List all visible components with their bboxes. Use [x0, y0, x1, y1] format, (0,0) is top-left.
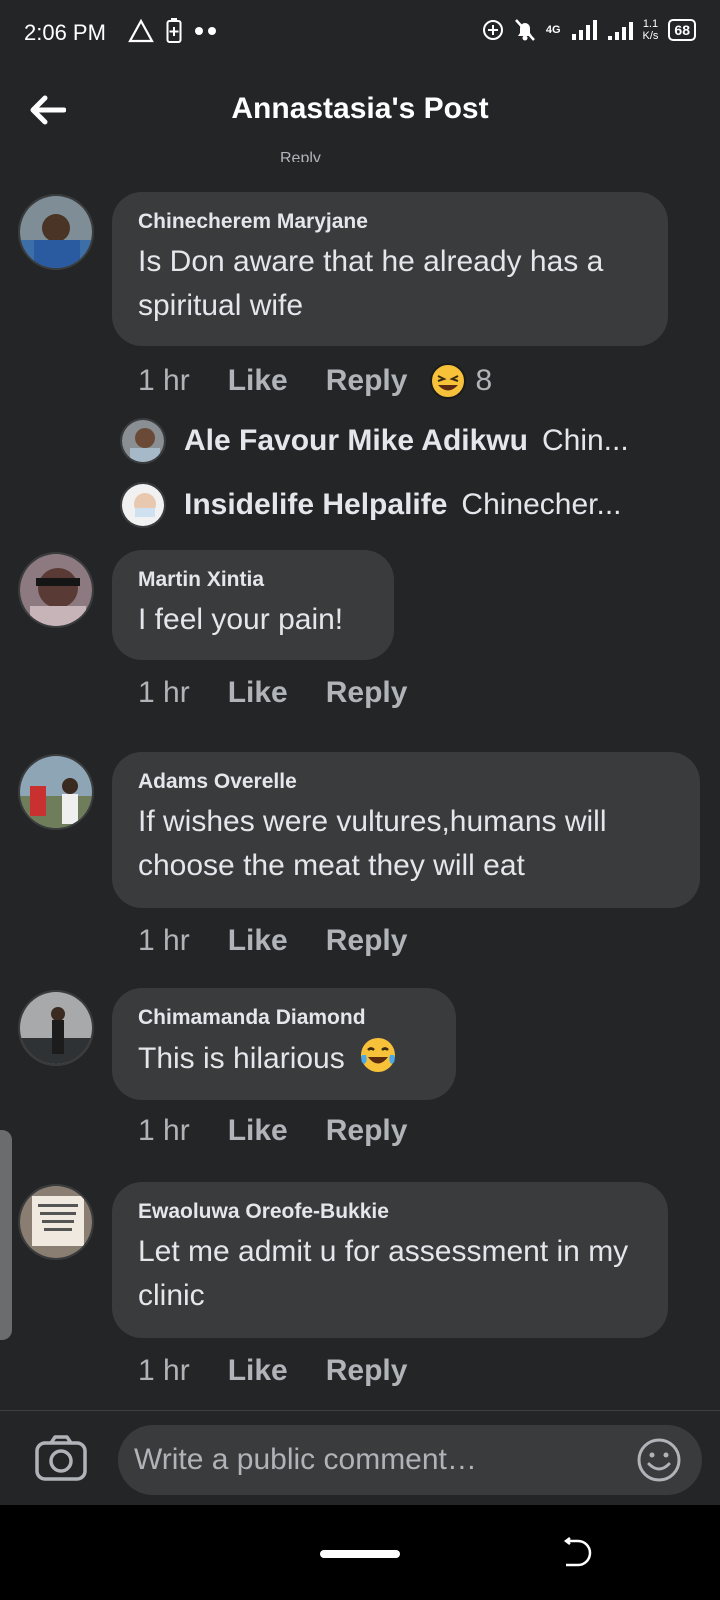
tears-of-joy-emoji-icon [361, 1038, 396, 1072]
smiley-icon [637, 1438, 681, 1482]
reaction-summary[interactable]: 8 [429, 362, 492, 400]
reply-preview-item[interactable]: Insidelife Helpalife Chinecher... [120, 480, 680, 530]
comment-actions: 1 hr Like Reply 8 [138, 362, 492, 400]
emoji-button[interactable] [636, 1437, 682, 1483]
reply-avatar [120, 418, 166, 464]
comment-text: If wishes were vultures,humans will choo… [138, 805, 607, 882]
data-saver-icon [482, 20, 503, 40]
comment-input[interactable] [132, 1442, 622, 1478]
comment-actions: 1 hr Like Reply [138, 676, 407, 710]
comment-time[interactable]: 1 hr [138, 676, 190, 710]
camera-icon [35, 1435, 87, 1481]
comment-author[interactable]: Adams Overelle [138, 770, 674, 794]
like-button[interactable]: Like [228, 676, 288, 710]
reply-snippet: Chin... [541, 424, 629, 457]
home-gesture-pill[interactable] [320, 1550, 400, 1558]
reply-author: Ale Favour Mike Adikwu [184, 424, 528, 457]
avatar[interactable] [18, 754, 94, 830]
comment-bubble[interactable]: Adams Overelle If wishes were vultures,h… [112, 752, 700, 908]
avatar[interactable] [18, 552, 94, 628]
battery-indicator: 68 [668, 19, 696, 41]
like-button[interactable]: Like [228, 364, 288, 398]
reply-avatar [120, 482, 166, 528]
status-bar: 2:06 PM 4G 1.1 K/s 68 [0, 0, 720, 66]
avatar[interactable] [18, 194, 94, 270]
comment-text: I feel your pain! [138, 603, 344, 636]
like-button[interactable]: Like [228, 924, 288, 958]
avatar-photo [20, 554, 92, 626]
warning-icon [128, 19, 154, 43]
comment-author[interactable]: Ewaoluwa Oreofe-Bukkie [138, 1200, 642, 1224]
comment-bubble[interactable]: Chimamanda Diamond This is hilarious [112, 988, 456, 1100]
reply-button[interactable]: Reply [326, 924, 408, 958]
like-button[interactable]: Like [228, 1114, 288, 1148]
camera-button[interactable] [34, 1433, 88, 1483]
avatar-photo [20, 196, 92, 268]
comment-bubble[interactable]: Chinecherem Maryjane Is Don aware that h… [112, 192, 668, 346]
status-time: 2:06 PM [24, 20, 106, 45]
comment-input-field[interactable] [118, 1425, 702, 1495]
avatar[interactable] [18, 990, 94, 1066]
network-speed: 1.1 K/s [642, 18, 659, 42]
signal-icon-2 [607, 22, 633, 40]
comment-author[interactable]: Martin Xintia [138, 568, 368, 592]
comment-author[interactable]: Chinecherem Maryjane [138, 210, 642, 234]
comment-text: Let me admit u for assessment in my clin… [138, 1235, 629, 1312]
comment-bubble[interactable]: Ewaoluwa Oreofe-Bukkie Let me admit u fo… [112, 1182, 668, 1338]
comment-time[interactable]: 1 hr [138, 364, 190, 398]
system-nav-bar [0, 1505, 720, 1600]
avatar-photo [20, 1186, 92, 1258]
comment-time[interactable]: 1 hr [138, 1354, 190, 1388]
comment-composer [0, 1410, 720, 1506]
reply-preview-item[interactable]: Ale Favour Mike Adikwu Chin... [120, 416, 680, 466]
battery-saver-icon [166, 18, 182, 43]
comment-text: Is Don aware that he already has a spiri… [138, 245, 604, 322]
page-title: Annastasia's Post [231, 92, 489, 125]
scroll-hint-text: Reply [280, 150, 321, 162]
avatar-photo [20, 992, 92, 1064]
comment-actions: 1 hr Like Reply [138, 924, 407, 958]
avatar[interactable] [18, 1184, 94, 1260]
reply-author: Insidelife Helpalife [184, 488, 448, 521]
reply-button[interactable]: Reply [326, 676, 408, 710]
signal-icon [571, 20, 597, 40]
edge-panel-handle[interactable] [0, 1130, 12, 1340]
back-gesture-icon[interactable] [560, 1537, 592, 1569]
more-notifications-icon [195, 27, 216, 35]
comment-text: This is hilarious [138, 1036, 430, 1081]
like-button[interactable]: Like [228, 1354, 288, 1388]
comment-actions: 1 hr Like Reply [138, 1354, 407, 1388]
header: Annastasia's Post [0, 66, 720, 156]
comment-actions: 1 hr Like Reply [138, 1114, 407, 1148]
reaction-count: 8 [475, 364, 493, 397]
comment-time[interactable]: 1 hr [138, 1114, 190, 1148]
mute-icon [514, 19, 535, 41]
avatar-photo [20, 756, 92, 828]
comment-time[interactable]: 1 hr [138, 924, 190, 958]
reply-button[interactable]: Reply [326, 364, 408, 398]
comment-bubble[interactable]: Martin Xintia I feel your pain! [112, 550, 394, 660]
reply-button[interactable]: Reply [326, 1114, 408, 1148]
comment-author[interactable]: Chimamanda Diamond [138, 1006, 430, 1030]
reply-button[interactable]: Reply [326, 1354, 408, 1388]
haha-emoji-icon [430, 363, 467, 399]
reply-snippet: Chinecher... [461, 488, 622, 521]
network-type: 4G [545, 24, 561, 36]
